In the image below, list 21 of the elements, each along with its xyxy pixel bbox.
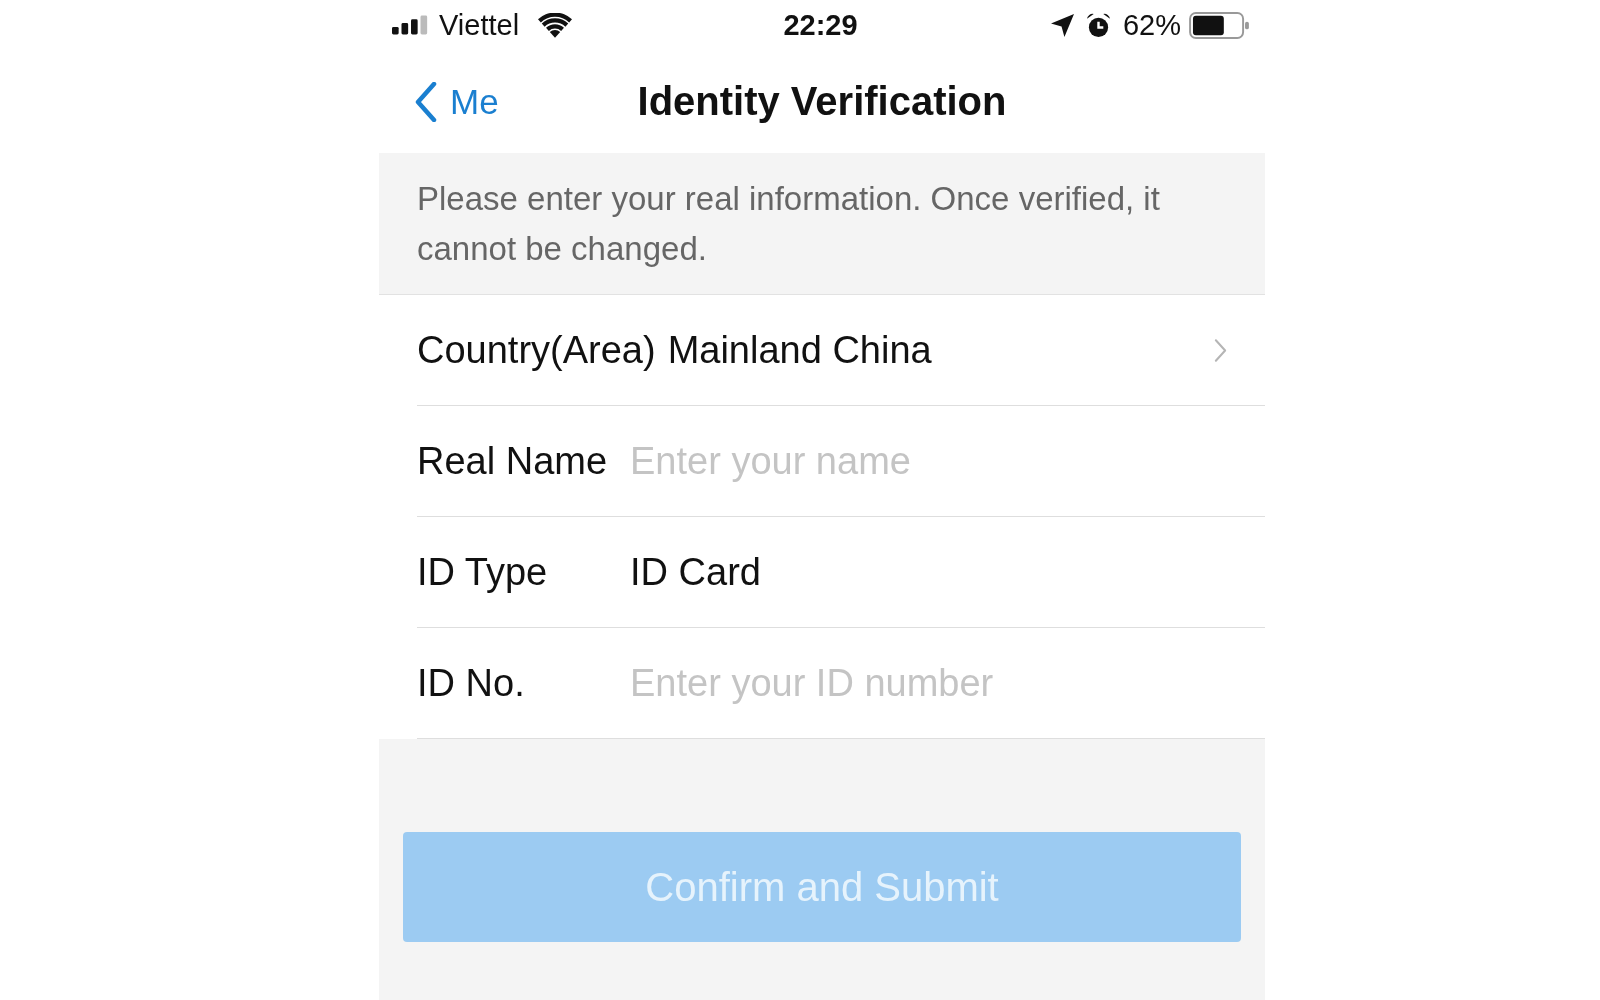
alarm-clock-icon [1085,12,1111,38]
field-label: Country(Area) [417,328,656,372]
page-title: Identity Verification [637,79,1007,124]
field-label: Real Name [417,439,609,483]
back-button[interactable]: Me [414,81,499,122]
back-chevron-icon [414,81,438,122]
chevron-right-icon [1214,337,1227,363]
location-arrow-icon [1050,13,1074,37]
clock-time: 22:29 [783,8,858,42]
battery-icon [1189,11,1249,39]
notice-text: Please enter your real information. Once verified, it cannot be changed. [417,179,1161,269]
wifi-icon [538,12,573,38]
field-value: ID Card [630,550,761,594]
field-label: ID No. [417,661,526,705]
input-field[interactable]: Enter your ID number [630,658,1227,708]
battery-percent: 62% [1122,8,1181,42]
carrier-name: Viettel [439,8,520,42]
field-label: ID Type [417,550,549,594]
input-field[interactable]: Enter your name [630,436,1227,486]
signal-icon [392,15,430,35]
field-value: Mainland China [667,328,932,372]
